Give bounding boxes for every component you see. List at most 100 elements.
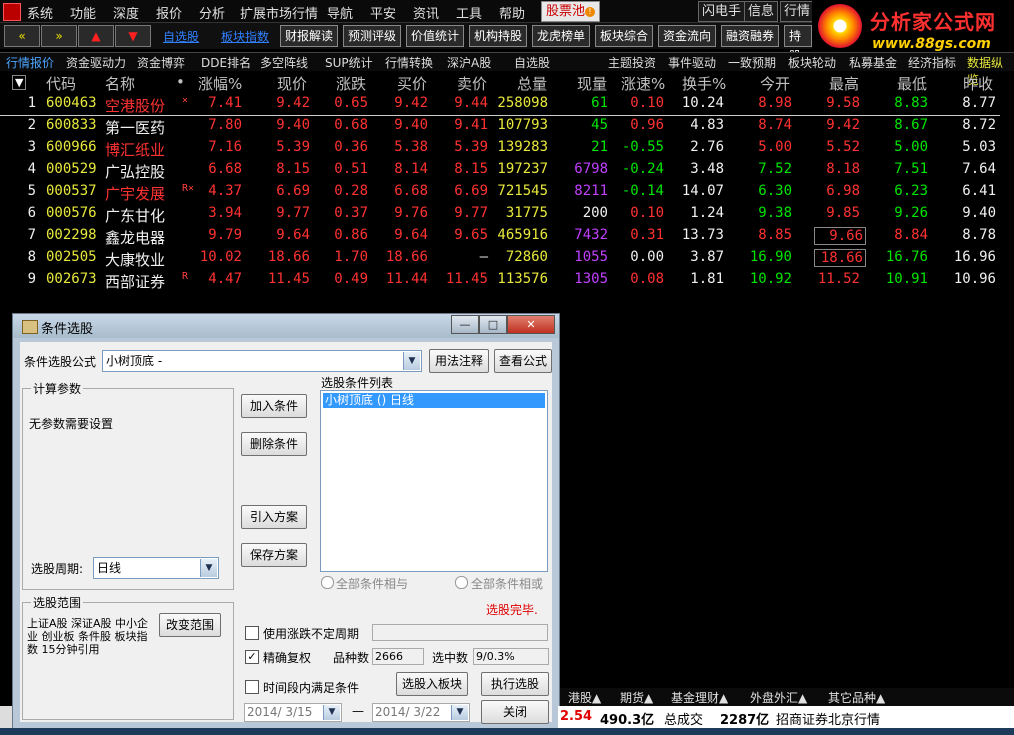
col-cur-volume[interactable]: 现量	[577, 73, 607, 94]
dialog-titlebar[interactable]: 条件选股 — □ ✕	[13, 314, 559, 338]
col-open[interactable]: 今开	[760, 73, 790, 94]
delete-condition-button[interactable]: 删除条件	[241, 432, 307, 456]
maximize-icon[interactable]: □	[479, 315, 507, 334]
menu-quote[interactable]: 报价	[156, 3, 182, 22]
condition-list[interactable]: 小树顶底 () 日线	[320, 390, 548, 572]
execute-select-button[interactable]: 执行选股	[481, 672, 549, 696]
date-to-picker[interactable]: 2014/ 3/22 ▼	[372, 703, 470, 722]
info-button[interactable]: 信息	[744, 1, 779, 22]
menu-tools[interactable]: 工具	[456, 3, 482, 22]
chk-uncertain-period[interactable]	[245, 626, 259, 640]
col-prev-close[interactable]: 昨收	[963, 73, 993, 94]
tab-private-fund[interactable]: 私募基金	[849, 54, 897, 71]
list-item[interactable]: 小树顶底 () 日线	[323, 393, 545, 408]
chk-exact-adjust[interactable]: ✓	[245, 650, 259, 664]
view-formula-button[interactable]: 查看公式	[494, 349, 552, 373]
col-name[interactable]: 名称	[105, 73, 135, 94]
uncertain-period-field[interactable]	[372, 624, 548, 641]
formula-select[interactable]: 小树顶底 - ▼	[102, 350, 422, 372]
menu-news[interactable]: 资讯	[413, 3, 439, 22]
import-plan-button[interactable]: 引入方案	[241, 505, 307, 529]
market-button[interactable]: 行情	[780, 1, 815, 22]
period-select[interactable]: 日线 ▼	[93, 557, 219, 579]
tab-sh-sz-a[interactable]: 深沪A股	[447, 54, 491, 71]
menu-navigate[interactable]: 导航	[327, 3, 353, 22]
table-row[interactable]: 4 000529 广弘控股 6.68 8.15 0.51 8.14 8.15 197237 679…	[0, 159, 1000, 181]
btn-block-composite[interactable]: 板块综合	[595, 25, 654, 47]
tab-consensus[interactable]: 一致预期	[728, 54, 776, 71]
down-arrow-icon[interactable]: ▼	[115, 25, 151, 47]
minimize-icon[interactable]: —	[451, 315, 479, 334]
btn-financial-report[interactable]: 财报解读	[280, 25, 339, 47]
menu-analysis[interactable]: 分析	[199, 3, 225, 22]
col-chg[interactable]: 涨跌	[336, 73, 366, 94]
col-ask[interactable]: 卖价	[457, 73, 487, 94]
btn-value-stats[interactable]: 价值统计	[406, 25, 465, 47]
tab-sector-rotation[interactable]: 板块轮动	[788, 54, 836, 71]
tab-quote-switch[interactable]: 行情转换	[385, 54, 433, 71]
table-row[interactable]: 6 000576 广东甘化 3.94 9.77 0.37 9.76 9.77 31775 200 0…	[0, 203, 1000, 225]
save-plan-button[interactable]: 保存方案	[241, 543, 307, 567]
col-bid[interactable]: 买价	[397, 73, 427, 94]
date-from-picker[interactable]: 2014/ 3/15 ▼	[244, 703, 342, 722]
forward-icon[interactable]: »	[41, 25, 77, 47]
link-block-index[interactable]: 板块指数	[221, 28, 269, 45]
tab-dde-rank[interactable]: DDE排名	[201, 54, 251, 71]
radio-and[interactable]	[321, 576, 334, 589]
col-chg-pct[interactable]: 涨幅%	[198, 73, 242, 94]
chevron-down-icon[interactable]: ▼	[451, 705, 468, 720]
table-row[interactable]: 2 600833 第一医药 7.80 9.40 0.68 9.40 9.41 107793 45 0…	[0, 115, 1000, 137]
tab-economic-index[interactable]: 经济指标	[908, 54, 956, 71]
chk-time-range[interactable]	[245, 680, 259, 694]
tab-quote[interactable]: 行情报价	[6, 54, 54, 71]
tab-event-drive[interactable]: 事件驱动	[668, 54, 716, 71]
tab-fund-drive[interactable]: 资金驱动力	[66, 54, 126, 71]
table-row[interactable]: 1 600463 空港股份 × 7.41 9.42 0.65 9.42 9.44 258098 61…	[0, 93, 1000, 116]
add-condition-button[interactable]: 加入条件	[241, 394, 307, 418]
tab-futures[interactable]: 期货▲	[620, 689, 653, 706]
col-high[interactable]: 最高	[829, 73, 859, 94]
table-row[interactable]: 5 000537 广宇发展 R× 4.37 6.69 0.28 6.68 6.69 721545 8…	[0, 181, 1000, 203]
menu-system[interactable]: 系统	[27, 3, 53, 22]
chevron-down-icon[interactable]: ▼	[403, 352, 420, 370]
col-price[interactable]: 现价	[277, 73, 307, 94]
table-row[interactable]: 9 002673 西部证券 R 4.47 11.45 0.49 11.44 11.45 11357…	[0, 269, 1000, 291]
flash-trade-button[interactable]: 闪电手	[698, 1, 746, 22]
stock-pool-button[interactable]: 股票池!	[541, 1, 601, 22]
btn-fund-flow[interactable]: 资金流向	[658, 25, 717, 47]
change-range-button[interactable]: 改变范围	[159, 613, 221, 637]
menu-depth[interactable]: 深度	[113, 3, 139, 22]
col-speed[interactable]: 涨速%	[621, 73, 665, 94]
tab-long-short[interactable]: 多空阵线	[260, 54, 308, 71]
col-low[interactable]: 最低	[897, 73, 927, 94]
btn-holdings[interactable]: 持股	[784, 25, 812, 63]
tab-others[interactable]: 其它品种▲	[828, 689, 885, 706]
col-code[interactable]: 代码	[46, 73, 76, 94]
col-volume[interactable]: 总量	[517, 73, 547, 94]
table-row[interactable]: 3 600966 博汇纸业 7.16 5.39 0.36 5.38 5.39 139283 21-…	[0, 137, 1000, 159]
btn-margin-trading[interactable]: 融资融券	[721, 25, 780, 47]
back-icon[interactable]: «	[4, 25, 40, 47]
close-icon[interactable]: ✕	[507, 315, 555, 334]
tab-theme-invest[interactable]: 主题投资	[608, 54, 656, 71]
menu-pingan[interactable]: 平安	[370, 3, 396, 22]
btn-institution-holding[interactable]: 机构持股	[469, 25, 528, 47]
tab-sup-stats[interactable]: SUP统计	[325, 54, 373, 71]
btn-dragon-tiger[interactable]: 龙虎榜单	[532, 25, 591, 47]
menu-help[interactable]: 帮助	[499, 3, 525, 22]
link-self-selected[interactable]: 自选股	[163, 28, 199, 45]
table-row[interactable]: 8 002505 大康牧业 10.02 18.66 1.70 18.66 — 72860 1055…	[0, 247, 1000, 269]
btn-forecast-rating[interactable]: 预测评级	[343, 25, 402, 47]
menu-function[interactable]: 功能	[70, 3, 96, 22]
radio-or[interactable]	[455, 576, 468, 589]
tab-fund-game[interactable]: 资金博弈	[137, 54, 185, 71]
tab-self-selected[interactable]: 自选股	[514, 54, 550, 71]
save-to-block-button[interactable]: 选股入板块	[396, 672, 468, 696]
tab-funds[interactable]: 基金理财▲	[671, 689, 728, 706]
sort-down-icon[interactable]: ▼	[12, 75, 27, 90]
close-button[interactable]: 关闭	[481, 700, 549, 724]
tab-hk[interactable]: 港股▲	[568, 689, 601, 706]
usage-notes-button[interactable]: 用法注释	[429, 349, 489, 373]
chevron-down-icon[interactable]: ▼	[200, 559, 217, 577]
table-row[interactable]: 7 002298 鑫龙电器 9.79 9.64 0.86 9.64 9.65 465916 743…	[0, 225, 1000, 247]
